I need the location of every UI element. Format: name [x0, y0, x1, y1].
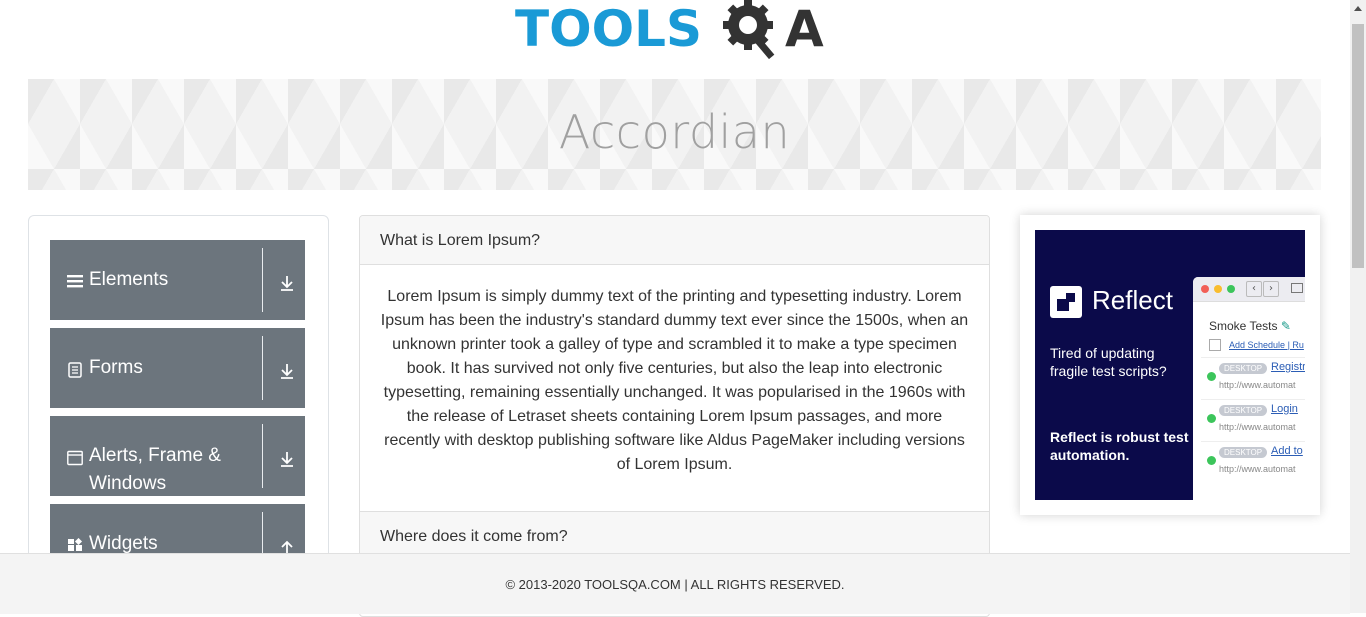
document-icon	[68, 362, 82, 378]
ad-pitch: Reflect is robust test automation.	[1050, 429, 1189, 463]
download-arrow-icon[interactable]	[278, 362, 296, 380]
left-nav-panel: Elements Forms Alerts, Frame & Windows W…	[28, 215, 329, 584]
minimize-dot-icon	[1214, 285, 1222, 293]
ad-brand-name: Reflect	[1092, 285, 1173, 315]
nav-group-elements[interactable]: Elements	[50, 240, 305, 320]
ad-smoke-title: Smoke Tests ✎	[1209, 319, 1291, 333]
nav-group-forms[interactable]: Forms	[50, 328, 305, 408]
close-dot-icon	[1201, 285, 1209, 293]
ad-app-window: ‹ › Smoke Tests ✎ Add Schedule | Ru DESK…	[1193, 277, 1305, 500]
download-arrow-icon[interactable]	[278, 450, 296, 468]
gear-icon	[723, 0, 775, 60]
ad-test-row: DESKTOP Add to http://www.automat	[1201, 441, 1305, 482]
status-dot-icon	[1207, 456, 1216, 465]
ad-test-row: DESKTOP Registr http://www.automat	[1201, 357, 1305, 398]
pencil-icon: ✎	[1280, 319, 1291, 333]
logo-text-tools: TOOLS	[515, 0, 702, 58]
nav-group-label: Alerts, Frame & Windows	[89, 445, 221, 494]
hamburger-icon	[67, 275, 83, 288]
divider	[262, 424, 263, 488]
nav-group-label: Elements	[89, 269, 169, 290]
sidebar-toggle-icon	[1291, 283, 1303, 293]
page-banner: Accordian	[28, 79, 1321, 190]
nav-group-alerts-frame-windows[interactable]: Alerts, Frame & Windows	[50, 416, 305, 496]
divider	[262, 336, 263, 400]
toolsqa-logo[interactable]: TOOLS A	[515, 0, 837, 70]
divider	[262, 248, 263, 312]
reflect-ad[interactable]: Reflect Tired of updating fragile test s…	[1035, 230, 1305, 500]
reflect-logo-icon	[1050, 286, 1082, 319]
download-arrow-icon[interactable]	[278, 274, 296, 292]
accordion-header-what-is-lorem[interactable]: What is Lorem Ipsum?	[360, 216, 989, 265]
vertical-scrollbar[interactable]	[1350, 0, 1366, 613]
ad-add-schedule: Add Schedule | Ru	[1229, 340, 1304, 350]
accordion-body-what-is-lorem: Lorem Ipsum is simply dummy text of the …	[360, 265, 989, 512]
maximize-dot-icon	[1227, 285, 1235, 293]
calendar-icon	[1209, 339, 1221, 351]
page-footer: © 2013-2020 TOOLSQA.COM | ALL RIGHTS RES…	[0, 553, 1350, 614]
widgets-icon	[68, 538, 83, 551]
logo-text-a: A	[785, 0, 824, 58]
page-title: Accordian	[558, 105, 791, 159]
ad-brand: Reflect	[1050, 285, 1173, 319]
ad-test-row: DESKTOP Login http://www.automat	[1201, 399, 1305, 440]
status-dot-icon	[1207, 414, 1216, 423]
ad-container: Reflect Tired of updating fragile test s…	[1020, 215, 1320, 515]
scroll-up-icon[interactable]	[1354, 6, 1362, 11]
back-icon: ‹	[1246, 281, 1262, 297]
ad-tagline: Tired of updating fragile test scripts?	[1050, 345, 1167, 379]
footer-copyright: © 2013-2020 TOOLSQA.COM | ALL RIGHTS RES…	[505, 577, 845, 592]
nav-group-label: Forms	[89, 357, 143, 378]
ad-window-titlebar: ‹ ›	[1193, 277, 1305, 302]
window-icon	[67, 450, 83, 466]
status-dot-icon	[1207, 372, 1216, 381]
scrollbar-thumb[interactable]	[1352, 24, 1364, 268]
forward-icon: ›	[1263, 281, 1279, 297]
